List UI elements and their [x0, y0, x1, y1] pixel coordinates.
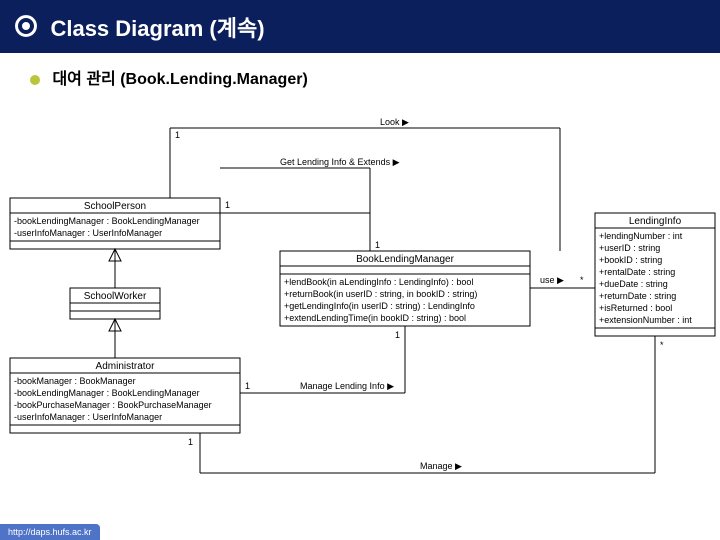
class-name: BookLendingManager: [356, 254, 455, 265]
footer-url: http://daps.hufs.ac.kr: [0, 524, 100, 540]
attr: +dueDate : string: [599, 279, 668, 289]
attr: +rentalDate : string: [599, 267, 675, 277]
mult-one: 1: [245, 381, 250, 391]
mult-star: *: [580, 275, 584, 285]
rel-look: Look ▶: [380, 117, 409, 127]
mult-one: 1: [375, 240, 380, 250]
op: +returnBook(in userID : string, in bookI…: [284, 289, 477, 299]
attr: +returnDate : string: [599, 291, 676, 301]
slide-title: Class Diagram (계속): [50, 16, 264, 41]
class-name: Administrator: [96, 361, 156, 372]
slide-header: Class Diagram (계속): [0, 0, 720, 53]
attr: +extensionNumber : int: [599, 315, 692, 325]
attr: -bookLendingManager : BookLendingManager: [14, 388, 200, 398]
bullet-icon: [12, 12, 40, 40]
subheader: 대여 관리 (Book.Lending.Manager): [0, 53, 720, 93]
attr: -userInfoManager : UserInfoManager: [14, 228, 162, 238]
class-name: SchoolWorker: [84, 291, 147, 302]
attr: +userID : string: [599, 243, 660, 253]
attr: -bookLendingManager : BookLendingManager: [14, 216, 200, 226]
rel-use: use ▶: [540, 275, 564, 285]
mult-one: 1: [395, 330, 400, 340]
class-lending-info: LendingInfo +lendingNumber : int +userID…: [595, 213, 715, 336]
mult-one: 1: [188, 437, 193, 447]
mult-one: 1: [225, 200, 230, 210]
class-administrator: Administrator -bookManager : BookManager…: [10, 358, 240, 433]
attr: +bookID : string: [599, 255, 662, 265]
class-diagram: 1 Look ▶ Get Lending Info & Extends ▶ 1 …: [0, 93, 720, 523]
op: +lendBook(in aLendingInfo : LendingInfo)…: [284, 277, 473, 287]
op: +extendLendingTime(in bookID : string) :…: [284, 313, 466, 323]
attr: -bookManager : BookManager: [14, 376, 136, 386]
attr: -bookPurchaseManager : BookPurchaseManag…: [14, 400, 212, 410]
sub-title: 대여 관리 (Book.Lending.Manager): [52, 71, 307, 88]
attr: -userInfoManager : UserInfoManager: [14, 412, 162, 422]
rel-get-info: Get Lending Info & Extends ▶: [280, 157, 400, 167]
class-name: SchoolPerson: [84, 201, 146, 212]
attr: +isReturned : bool: [599, 303, 672, 313]
class-name: LendingInfo: [629, 216, 682, 227]
mult-star: *: [660, 340, 664, 350]
attr: +lendingNumber : int: [599, 231, 683, 241]
rel-manage: Manage ▶: [420, 461, 462, 471]
class-book-lending-manager: BookLendingManager +lendBook(in aLending…: [280, 251, 530, 326]
class-school-person: SchoolPerson -bookLendingManager : BookL…: [10, 198, 220, 249]
rel-manage-info: Manage Lending Info ▶: [300, 381, 394, 391]
mult-one: 1: [175, 130, 180, 140]
sub-bullet-icon: [30, 75, 40, 85]
class-school-worker: SchoolWorker: [70, 288, 160, 319]
op: +getLendingInfo(in userID : string) : Le…: [284, 301, 475, 311]
